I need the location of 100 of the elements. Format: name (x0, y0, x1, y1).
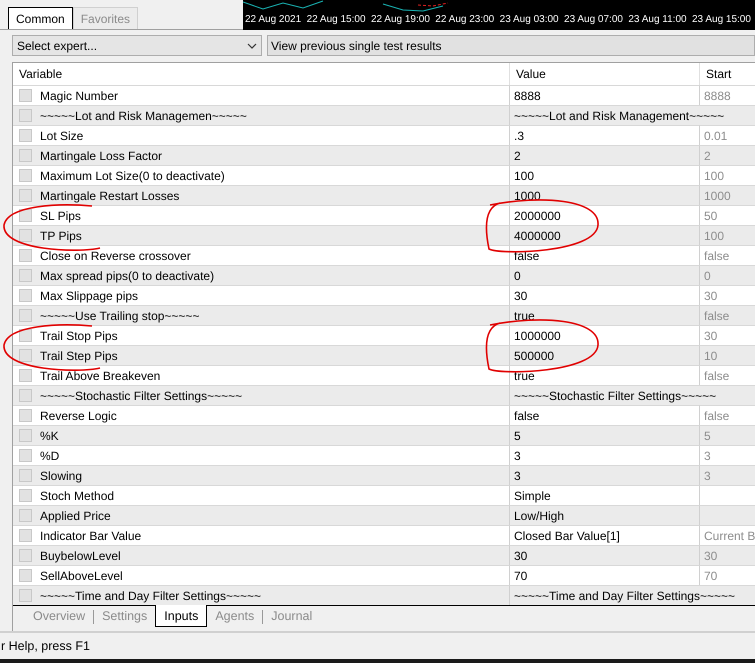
variable-name: BuybelowLevel (40, 548, 121, 562)
start-cell: 1000 (700, 185, 755, 205)
variable-name: %D (40, 448, 60, 462)
checkbox[interactable] (19, 349, 32, 362)
value-cell: false (510, 245, 700, 265)
checkbox[interactable] (19, 369, 32, 382)
variable-name: Slowing (40, 468, 82, 482)
checkbox[interactable] (19, 429, 32, 442)
value-cell: 2000000 (510, 205, 700, 225)
variable-name: SL Pips (40, 208, 81, 222)
checkbox[interactable] (19, 289, 32, 302)
tab[interactable]: Inputs (155, 605, 208, 627)
axis-label: 22 Aug 15:00 (306, 14, 366, 25)
checkbox[interactable] (19, 389, 32, 402)
value-cell: 3 (510, 445, 700, 465)
expert-select[interactable]: Select expert... (12, 35, 262, 56)
value-cell: 100 (510, 165, 700, 185)
variable-name: ~~~~~Time and Day Filter Settings~~~~~ (40, 588, 262, 602)
variable-name: Martingale Restart Losses (40, 188, 180, 202)
variable-name: %K (40, 428, 59, 442)
checkbox[interactable] (19, 529, 32, 542)
variable-name: Stoch Method (40, 488, 114, 502)
value-cell: .3 (510, 125, 700, 145)
axis-label: 22 Aug 19:00 (370, 14, 430, 25)
checkbox[interactable] (19, 449, 32, 462)
variable-name: Max spread pips(0 to deactivate) (40, 268, 214, 282)
value-cell: Low/High (510, 505, 700, 525)
checkbox[interactable] (19, 169, 32, 182)
value-cell: 8888 (510, 85, 700, 105)
start-cell: 10 (700, 345, 755, 365)
variable-name: Applied Price (40, 508, 111, 522)
section-value-cell: ~~~~~Lot and Risk Management~~~~~ (510, 105, 755, 125)
variable-name: Maximum Lot Size(0 to deactivate) (40, 168, 225, 182)
variable-name: ~~~~~Use Trailing stop~~~~~ (40, 308, 200, 322)
value-cell: true (510, 305, 700, 325)
view-results-button[interactable]: View previous single test results (267, 35, 755, 56)
axis-label: 22 Aug 23:00 (435, 14, 494, 25)
checkbox[interactable] (19, 489, 32, 502)
value-cell: Closed Bar Value[1] (510, 525, 700, 545)
checkbox[interactable] (19, 589, 32, 602)
tab[interactable]: Common (8, 7, 73, 29)
checkbox[interactable] (19, 269, 32, 282)
status-text: r Help, press F1 (1, 639, 90, 653)
value-cell: 30 (510, 285, 700, 305)
value-cell: true (510, 365, 700, 385)
variable-name: Indicator Bar Value (40, 528, 142, 542)
checkbox[interactable] (19, 249, 32, 262)
value-cell: 5 (510, 425, 700, 445)
checkbox[interactable] (19, 229, 32, 242)
start-cell: 5 (700, 425, 755, 445)
value-cell: 0 (510, 265, 700, 285)
variable-name: Trail Stop Pips (40, 328, 118, 342)
axis-label: 23 Aug 03:00 (500, 14, 559, 25)
variable-name: Trail Step Pips (40, 348, 118, 362)
value-cell: Simple (510, 485, 700, 505)
value-cell: 500000 (510, 345, 700, 365)
checkbox[interactable] (19, 149, 32, 162)
start-cell: 2 (700, 145, 755, 165)
checkbox[interactable] (19, 469, 32, 482)
variable-name: Martingale Loss Factor (40, 148, 162, 162)
variable-name: Max Slippage pips (40, 288, 138, 302)
axis-label: 23 Aug 07:00 (564, 14, 623, 25)
start-cell: 30 (700, 545, 755, 565)
variable-name: Lot Size (40, 128, 84, 142)
start-cell: 3 (700, 465, 755, 485)
checkbox[interactable] (19, 409, 32, 422)
variable-name: ~~~~~Lot and Risk Managemen~~~~~ (40, 108, 247, 122)
start-cell: 100 (700, 225, 755, 245)
axis-label: 23 Aug 15:00 (692, 14, 751, 25)
value-cell: 70 (510, 565, 700, 585)
chevron-down-icon (247, 42, 257, 48)
checkbox[interactable] (19, 89, 32, 102)
checkbox[interactable] (19, 109, 32, 122)
variable-name: TP Pips (40, 228, 82, 242)
checkbox[interactable] (19, 129, 32, 142)
section-value-cell: ~~~~~Stochastic Filter Settings~~~~~ (510, 385, 755, 405)
variable-name: Reverse Logic (40, 408, 117, 422)
checkbox[interactable] (19, 509, 32, 522)
checkbox[interactable] (19, 549, 32, 562)
value-cell: 2 (510, 145, 700, 165)
value-cell: false (510, 405, 700, 425)
checkbox[interactable] (19, 569, 32, 582)
value-cell: 1000 (510, 185, 700, 205)
variable-name: Trail Above Breakeven (40, 368, 160, 382)
start-cell: 0 (700, 265, 755, 285)
value-cell: 3 (510, 465, 700, 485)
variable-name: ~~~~~Stochastic Filter Settings~~~~~ (40, 388, 242, 402)
axis-label: 23 Aug 11:00 (628, 14, 687, 25)
variable-name: Magic Number (40, 88, 118, 102)
section-value-cell: ~~~~~Time and Day Filter Settings~~~~~ (510, 585, 755, 605)
value-cell: 30 (510, 545, 700, 565)
checkbox[interactable] (19, 309, 32, 322)
checkbox[interactable] (19, 189, 32, 202)
variable-name: Close on Reverse crossover (40, 248, 191, 262)
value-cell: 1000000 (510, 325, 700, 345)
variable-name: SellAboveLevel (40, 568, 123, 582)
axis-label: 22 Aug 2021 (245, 14, 302, 25)
checkbox[interactable] (19, 329, 32, 342)
checkbox[interactable] (19, 209, 32, 222)
value-cell: 4000000 (510, 225, 700, 245)
